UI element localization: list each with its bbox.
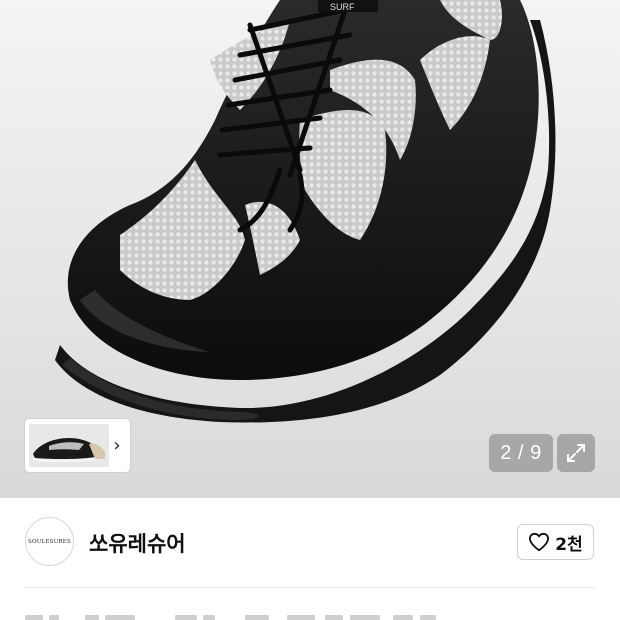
like-button[interactable]: 2천 <box>517 524 594 560</box>
description-text-cropped <box>25 612 595 620</box>
product-image-gallery[interactable]: SURF › 2 / 9 <box>0 0 620 498</box>
heart-outline-icon <box>529 532 550 552</box>
image-page-indicator: 2 / 9 <box>489 434 553 472</box>
thumbnail-next-arrow-icon[interactable]: › <box>110 433 124 457</box>
thumbnail-image[interactable] <box>29 424 109 467</box>
expand-icon <box>567 444 585 462</box>
like-count: 2천 <box>555 534 583 555</box>
store-logo-text: SOULESURES <box>28 538 71 545</box>
store-logo[interactable]: SOULESURES <box>25 517 74 566</box>
divider <box>25 587 595 588</box>
product-detail-page: SURF › 2 / 9 SOULESURES 쏘유레슈어 2천 <box>0 0 620 620</box>
shoe-brand-mark: SURF <box>330 2 355 12</box>
store-info-row: SOULESURES 쏘유레슈어 2천 <box>0 498 620 588</box>
thumbnail-sneaker-image <box>29 424 109 467</box>
thumbnail-strip[interactable]: › <box>25 419 130 472</box>
fullscreen-button[interactable] <box>557 434 595 472</box>
store-name[interactable]: 쏘유레슈어 <box>89 528 186 558</box>
